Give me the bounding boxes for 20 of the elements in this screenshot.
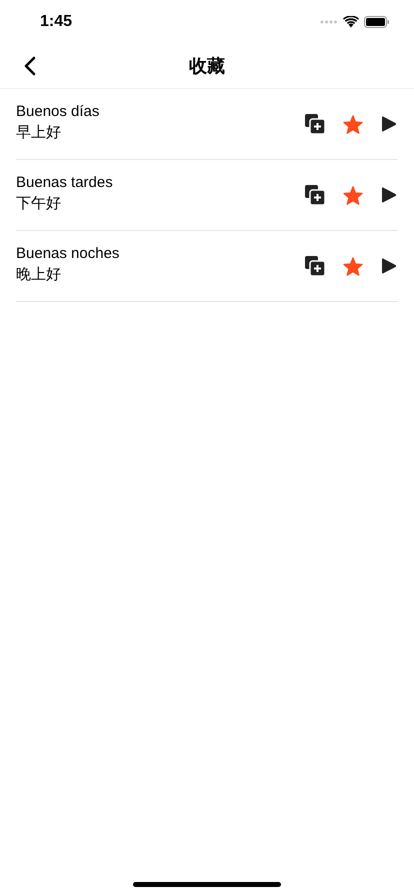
status-time: 1:45 — [40, 13, 72, 31]
page-title: 收藏 — [189, 55, 225, 78]
phrase-text: Buenas noches — [16, 244, 120, 262]
play-icon[interactable] — [381, 186, 397, 204]
star-icon[interactable] — [343, 186, 363, 204]
signal-icon — [320, 20, 338, 24]
play-icon[interactable] — [381, 115, 397, 133]
translation-text: 早上好 — [16, 122, 62, 142]
phrase-text: Buenos días — [16, 102, 100, 120]
play-icon[interactable] — [381, 257, 397, 275]
copy-icon[interactable] — [305, 185, 325, 205]
star-icon[interactable] — [343, 114, 363, 134]
copy-icon[interactable] — [305, 114, 325, 134]
copy-icon[interactable] — [305, 256, 325, 276]
star-icon[interactable] — [343, 256, 363, 276]
translation-text: 晚上好 — [16, 264, 62, 284]
phrase-text: Buenas tardes — [16, 174, 113, 190]
wifi-icon — [343, 16, 359, 28]
translation-text: 下午好 — [16, 194, 62, 212]
battery-icon — [364, 16, 390, 28]
